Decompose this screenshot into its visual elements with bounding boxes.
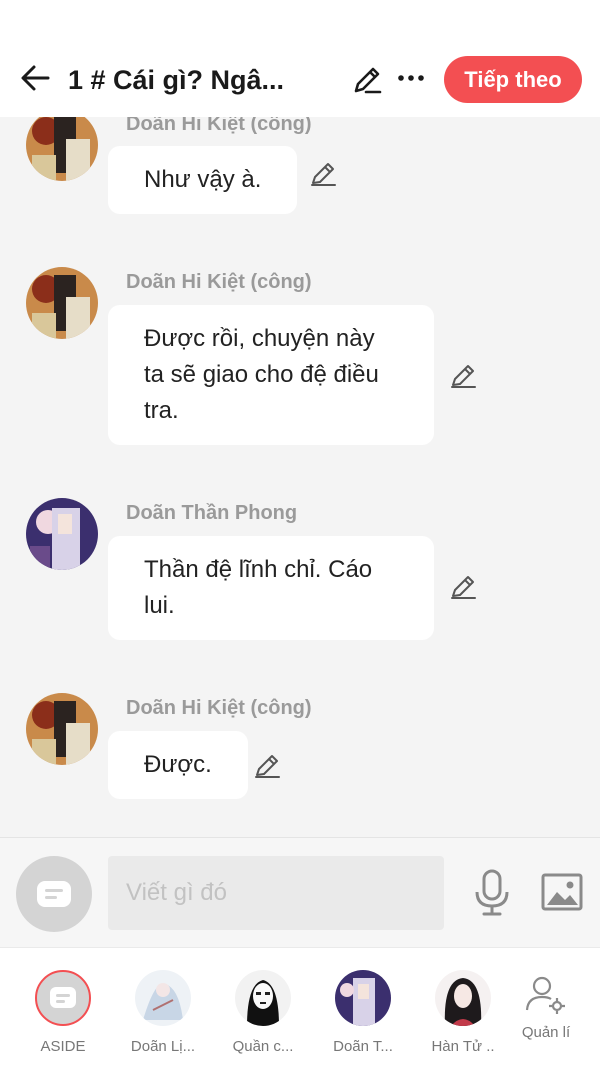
avatar	[435, 970, 491, 1026]
chat-area: Doãn Hi Kiệt (công) Như vậy à. Doãn Hi K…	[0, 117, 600, 837]
more-options-icon[interactable]	[396, 63, 426, 93]
avatar	[335, 970, 391, 1026]
edit-message-icon[interactable]	[448, 572, 478, 602]
chat-header: 1 # Cái gì? Ngâ... Tiếp theo	[0, 0, 600, 117]
avatar[interactable]	[26, 267, 98, 339]
edit-message-icon[interactable]	[308, 159, 338, 189]
message-bubble[interactable]: Được rồi, chuyện này ta sẽ giao cho đệ đ…	[108, 305, 434, 445]
message-input[interactable]	[108, 856, 444, 930]
avatar	[235, 970, 291, 1026]
message-bubble[interactable]: Được.	[108, 731, 248, 799]
edit-title-icon[interactable]	[350, 63, 384, 97]
tab-aside[interactable]: ASIDE	[13, 948, 113, 1067]
avatar[interactable]	[26, 498, 98, 570]
tab-character[interactable]: Doãn T...	[313, 948, 413, 1067]
avatar[interactable]	[26, 117, 98, 181]
aside-toggle-button[interactable]	[16, 856, 92, 932]
tab-label: Quần c...	[232, 1038, 294, 1055]
tab-manage[interactable]: Quản lí	[496, 948, 596, 1067]
tab-character[interactable]: Doãn Lị...	[113, 948, 213, 1067]
page-title: 1 # Cái gì? Ngâ...	[68, 65, 285, 95]
tab-label: Doãn T...	[333, 1038, 393, 1055]
chat-message: Doãn Hi Kiệt (công) Được rồi, chuyện này…	[0, 267, 600, 452]
edit-message-icon[interactable]	[448, 361, 478, 391]
tab-label: ASIDE	[40, 1038, 86, 1055]
avatar	[135, 970, 191, 1026]
avatar[interactable]	[26, 693, 98, 765]
tab-label: Quản lí	[521, 1024, 571, 1041]
message-bubble[interactable]: Như vậy à.	[108, 146, 298, 214]
tab-label: Doãn Lị...	[130, 1038, 196, 1055]
edit-message-icon[interactable]	[252, 751, 282, 781]
image-icon[interactable]	[540, 870, 584, 914]
message-bubble[interactable]: Thần đệ lĩnh chỉ. Cáo lui.	[108, 536, 434, 640]
sender-name: Doãn Hi Kiệt (công)	[126, 117, 312, 135]
sender-name: Doãn Thần Phong	[126, 502, 298, 524]
back-arrow-icon[interactable]	[18, 60, 54, 96]
tab-character[interactable]: Quần c...	[213, 948, 313, 1067]
chat-message: Doãn Hi Kiệt (công) Như vậy à.	[0, 117, 600, 219]
microphone-icon[interactable]	[472, 868, 512, 918]
sender-name: Doãn Hi Kiệt (công)	[126, 271, 312, 293]
sender-name: Doãn Hi Kiệt (công)	[126, 697, 312, 719]
message-icon	[35, 970, 91, 1026]
chat-message: Doãn Hi Kiệt (công) Được.	[0, 693, 600, 813]
next-button[interactable]: Tiếp theo	[444, 56, 582, 103]
chat-message: Doãn Thần Phong Thần đệ lĩnh chỉ. Cáo lu…	[0, 498, 600, 648]
character-tab-bar: ASIDE Doãn Lị... Quần c... Doãn T... Hàn…	[0, 947, 600, 1067]
user-gear-icon	[518, 970, 574, 1026]
message-composer	[0, 837, 600, 947]
